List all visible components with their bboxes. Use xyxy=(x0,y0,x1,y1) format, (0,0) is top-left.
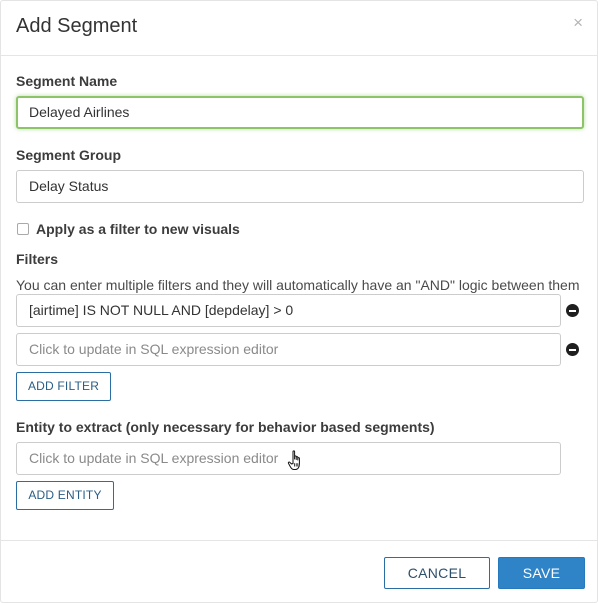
segment-name-label: Segment Name xyxy=(16,73,118,89)
remove-filter-icon[interactable] xyxy=(566,304,579,317)
remove-filter-icon[interactable] xyxy=(566,343,579,356)
segment-name-input[interactable]: Delayed Airlines xyxy=(16,96,584,129)
modal-footer: CANCEL SAVE xyxy=(1,540,597,603)
add-entity-button[interactable]: ADD ENTITY xyxy=(16,481,114,510)
add-segment-modal: Add Segment × Segment Name Delayed Airli… xyxy=(0,0,598,603)
segment-group-label: Segment Group xyxy=(16,147,122,163)
save-button[interactable]: SAVE xyxy=(498,557,585,589)
close-icon[interactable]: × xyxy=(573,14,583,31)
entity-label: Entity to extract (only necessary for be… xyxy=(16,419,435,435)
cancel-button[interactable]: CANCEL xyxy=(384,557,490,589)
apply-filter-label[interactable]: Apply as a filter to new visuals xyxy=(36,221,240,237)
hand-cursor-icon xyxy=(287,450,300,470)
filter-expression-input[interactable]: [airtime] IS NOT NULL AND [depdelay] > 0 xyxy=(16,294,561,327)
modal-title: Add Segment xyxy=(16,15,138,37)
apply-filter-checkbox[interactable] xyxy=(17,223,29,235)
filter-expression-input-empty[interactable]: Click to update in SQL expression editor xyxy=(16,333,561,366)
add-filter-button[interactable]: ADD FILTER xyxy=(16,372,111,401)
filters-label: Filters xyxy=(16,251,59,267)
filters-help-text: You can enter multiple filters and they … xyxy=(16,277,580,293)
segment-group-input[interactable]: Delay Status xyxy=(16,170,584,203)
modal-header: Add Segment × xyxy=(1,1,597,56)
